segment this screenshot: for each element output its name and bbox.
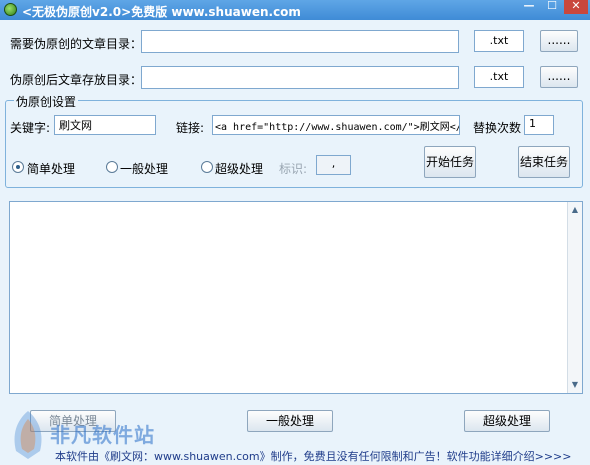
scroll-up-icon[interactable]: ▲ xyxy=(569,204,581,216)
stop-task-button[interactable]: 结束任务 xyxy=(518,146,570,178)
output-scrollbar[interactable]: ▲ ▼ xyxy=(567,202,582,393)
radio-simple-circle[interactable] xyxy=(12,161,24,173)
radio-normal-label: 一般处理 xyxy=(120,162,169,176)
watermark-logo-icon xyxy=(14,411,42,459)
close-button[interactable]: ✕ xyxy=(564,0,588,14)
link-input[interactable]: <a href="http://www.shuawen.com/">刷文网</a… xyxy=(212,115,460,135)
source-dir-label: 需要伪原创的文章目录： xyxy=(10,37,143,51)
radio-super-label: 超级处理 xyxy=(215,162,264,176)
keyword-input[interactable]: 刷文网 xyxy=(54,115,156,135)
footer-link[interactable]: 本软件由《刷文网：www.shuawen.com》制作，免费且没有任何限制和广告… xyxy=(55,448,571,464)
marker-input[interactable]: , xyxy=(316,155,351,175)
keyword-label: 关键字: xyxy=(10,121,51,135)
source-ext-field[interactable]: .txt xyxy=(474,30,524,52)
scroll-down-icon[interactable]: ▼ xyxy=(569,379,581,391)
window-title: <无极伪原创v2.0>免费版 www.shuawen.com xyxy=(22,5,301,19)
radio-normal-circle[interactable] xyxy=(106,161,118,173)
minimize-button[interactable]: — xyxy=(518,0,540,14)
title-bar: <无极伪原创v2.0>免费版 www.shuawen.com — ☐ ✕ xyxy=(0,0,590,20)
settings-group-title: 伪原创设置 xyxy=(14,93,79,110)
target-dir-input[interactable] xyxy=(141,66,459,89)
output-textarea[interactable]: ▲ ▼ xyxy=(9,201,583,394)
replace-count-label: 替换次数 xyxy=(473,121,522,135)
target-dir-label: 伪原创后文章存放目录： xyxy=(10,73,143,87)
maximize-button[interactable]: ☐ xyxy=(541,0,563,14)
app-icon xyxy=(4,3,17,16)
marker-label: 标识: xyxy=(279,162,308,176)
radio-simple-label: 简单处理 xyxy=(27,162,76,176)
super-process-button[interactable]: 超级处理 xyxy=(464,410,550,432)
start-task-button[interactable]: 开始任务 xyxy=(424,146,476,178)
replace-count-input[interactable]: 1 xyxy=(524,115,554,135)
target-browse-button[interactable]: ...... xyxy=(540,66,578,88)
link-label: 链接: xyxy=(176,121,205,135)
normal-process-button[interactable]: 一般处理 xyxy=(247,410,333,432)
radio-super-circle[interactable] xyxy=(201,161,213,173)
watermark-text: 非凡软件站 xyxy=(50,423,155,447)
target-ext-field[interactable]: .txt xyxy=(474,66,524,88)
source-dir-input[interactable] xyxy=(141,30,459,53)
source-browse-button[interactable]: ...... xyxy=(540,30,578,52)
